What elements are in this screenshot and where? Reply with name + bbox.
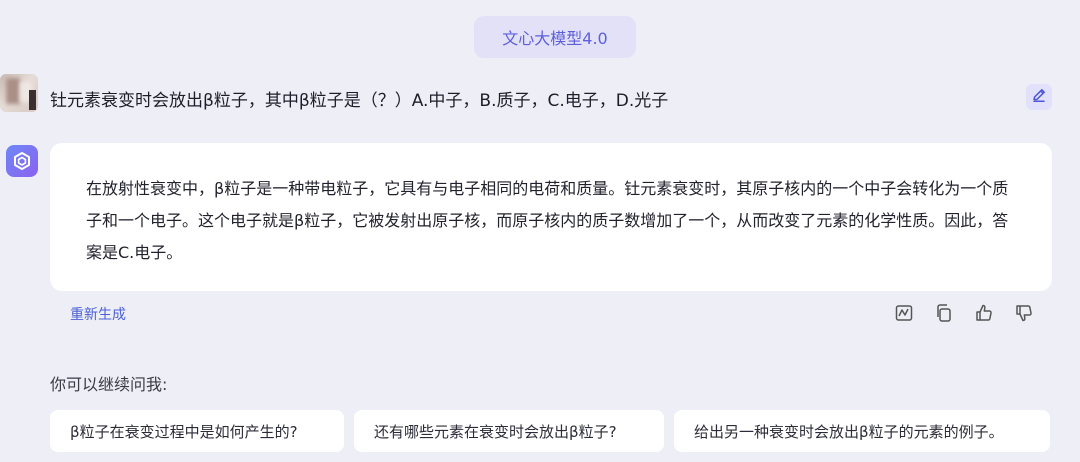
thumbs-up-icon[interactable] [972, 301, 996, 325]
assistant-answer-text: 在放射性衰变中，β粒子是一种带电粒子，它具有与电子相同的电荷和质量。钍元素衰变时… [86, 179, 1009, 262]
pencil-icon [1031, 87, 1047, 107]
user-question: 钍元素衰变时会放出β粒子，其中β粒子是（？）A.中子，B.质子，C.电子，D.光… [50, 91, 669, 111]
thumbs-down-icon[interactable] [1012, 301, 1036, 325]
suggestion-chip[interactable]: β粒子在衰变过程中是如何产生的? [50, 410, 344, 452]
edit-question-button[interactable] [1026, 84, 1052, 110]
regenerate-button[interactable]: 重新生成 [70, 304, 126, 324]
copy-icon[interactable] [932, 301, 956, 325]
suggestion-list: β粒子在衰变过程中是如何产生的? 还有哪些元素在衰变时会放出β粒子? 给出另一种… [50, 410, 1050, 452]
assistant-answer-card: 在放射性衰变中，β粒子是一种带电粒子，它具有与电子相同的电荷和质量。钍元素衰变时… [50, 143, 1052, 291]
assistant-logo-icon [6, 145, 38, 177]
model-label: 文心大模型4.0 [502, 29, 608, 48]
answer-action-bar [892, 301, 1036, 325]
suggestion-chip[interactable]: 给出另一种衰变时会放出β粒子的元素的例子。 [674, 410, 1050, 452]
report-icon[interactable] [892, 301, 916, 325]
model-selector-pill[interactable]: 文心大模型4.0 [474, 16, 636, 58]
suggestion-chip[interactable]: 还有哪些元素在衰变时会放出β粒子? [354, 410, 664, 452]
followup-prompt: 你可以继续问我: [50, 375, 168, 394]
user-avatar [0, 74, 38, 112]
